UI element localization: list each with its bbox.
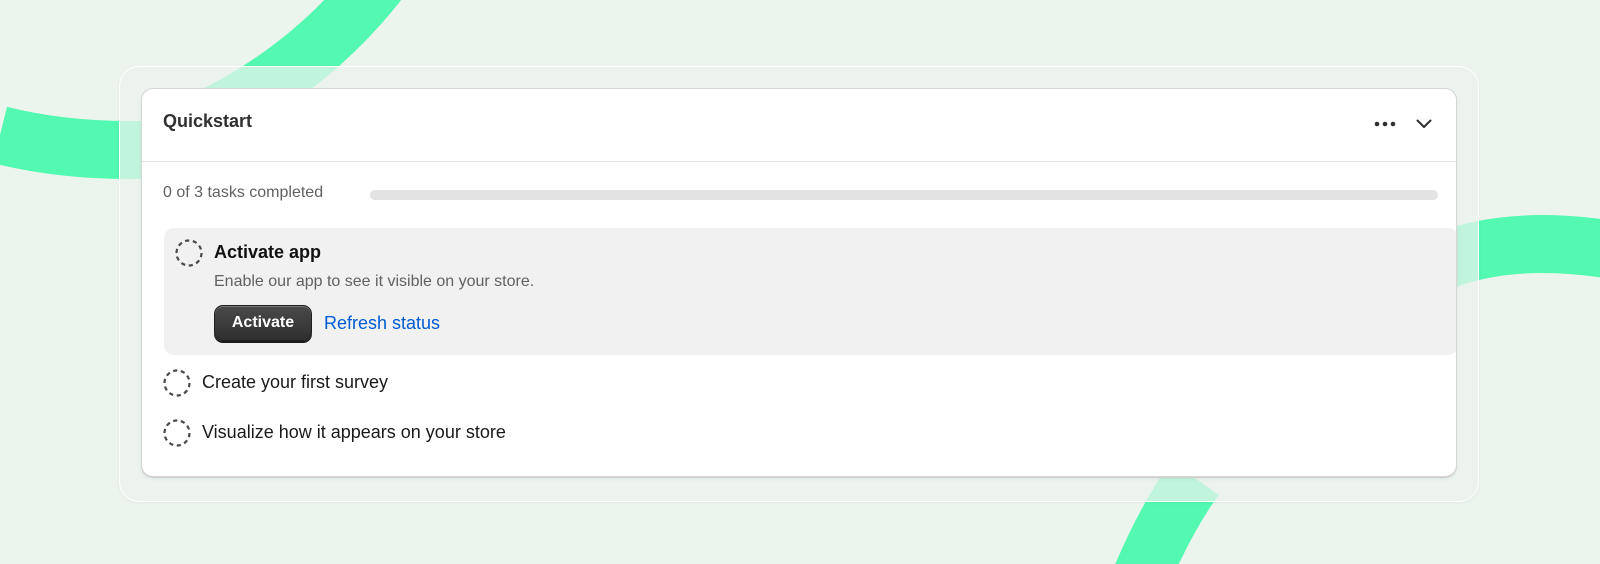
task-title: Create your first survey	[202, 372, 389, 392]
task-visualize-store[interactable]: Visualize how it appears on your store	[162, 416, 862, 448]
progress-label: 0 of 3 tasks completed	[163, 184, 324, 201]
ellipsis-horizontal-icon	[1374, 121, 1396, 127]
chevron-down-icon	[1416, 119, 1432, 128]
task-title: Visualize how it appears on your store	[202, 422, 506, 442]
incomplete-dashed-circle-icon	[163, 369, 191, 397]
incomplete-dashed-circle-icon	[175, 239, 203, 267]
quickstart-card: Quickstart 0 of 3 tasks completed Activa…	[141, 88, 1457, 477]
card-title: Quickstart	[163, 111, 253, 131]
task-activate-app: Activate app Enable our app to see it vi…	[164, 228, 1456, 355]
card-header: Quickstart	[142, 89, 1456, 162]
task-title: Activate app	[214, 242, 322, 262]
collapse-button[interactable]	[1407, 107, 1441, 141]
task-description: Enable our app to see it visible on your…	[214, 273, 535, 290]
activate-button[interactable]: Activate	[214, 305, 312, 341]
incomplete-dashed-circle-icon	[163, 419, 191, 447]
more-actions-button[interactable]	[1368, 107, 1402, 141]
task-create-survey[interactable]: Create your first survey	[162, 366, 862, 398]
progress-bar	[370, 190, 1438, 200]
refresh-status-link[interactable]: Refresh status	[324, 313, 440, 334]
